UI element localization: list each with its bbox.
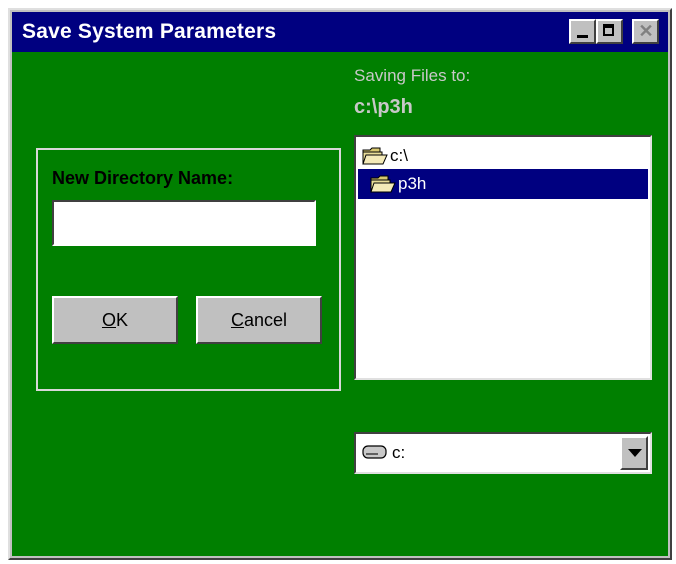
minimize-button[interactable] [569,19,596,44]
current-path: c:\p3h [354,96,413,118]
maximize-button[interactable] [596,19,623,44]
folder-open-icon [370,175,396,193]
saving-files-label: Saving Files to: [354,66,471,85]
cancel-accel-key: C [230,310,244,330]
close-button[interactable]: ✕ [632,19,659,44]
maximize-icon [603,24,614,36]
title-bar[interactable]: Save System Parameters ✕ [12,12,668,52]
minimize-icon [577,35,588,38]
drive-dropdown-button[interactable] [620,436,648,470]
dialog-client-area: Saving Files to: c:\p3h New Directory Na… [12,52,668,556]
drive-icon [362,445,387,459]
cancel-button[interactable]: Cancel [196,296,322,344]
cancel-label: ancel [243,310,288,330]
new-directory-input[interactable] [52,200,316,246]
close-icon: ✕ [638,21,654,41]
directory-tree[interactable]: c:\ p3h [354,135,652,380]
ok-button[interactable]: OK [52,296,178,344]
new-directory-group: New Directory Name: OK Cancel [36,148,341,391]
tree-item-label: c:\ [390,146,408,165]
drive-select[interactable]: c: [354,432,652,474]
drive-selected-value: c: [392,443,406,462]
save-system-parameters-window: Save System Parameters ✕ Saving Files to… [8,8,672,560]
tree-item-label: p3h [398,174,427,193]
window-title: Save System Parameters [22,20,277,43]
tree-item-p3h[interactable]: p3h [358,169,648,199]
ok-label: K [116,310,129,330]
tree-item-c-root[interactable]: c:\ [358,141,648,171]
new-directory-label: New Directory Name: [52,168,234,188]
chevron-down-icon [628,449,642,457]
ok-accel-key: O [101,310,116,330]
folder-open-icon [362,147,388,165]
